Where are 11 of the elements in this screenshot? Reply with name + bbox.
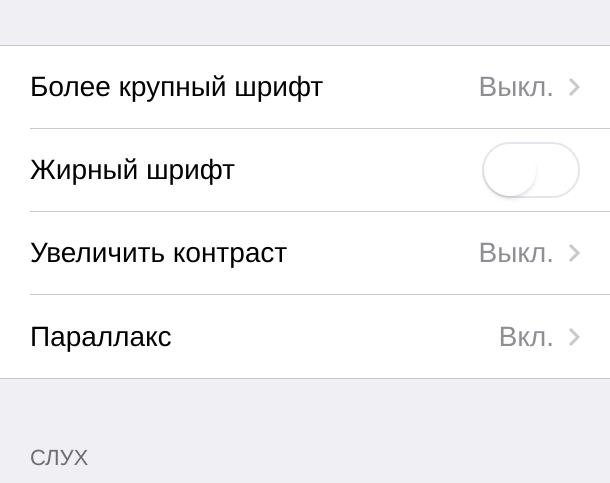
row-label: Увеличить контраст — [30, 236, 288, 270]
row-label: Параллакс — [30, 320, 173, 354]
chevron-icon — [568, 243, 580, 263]
chevron-icon — [568, 326, 580, 346]
row-value: Выкл. — [478, 70, 554, 104]
row-label: Жирный шрифт — [30, 153, 236, 187]
row-value: Вкл. — [498, 320, 554, 354]
row-label: Более крупный шрифт — [30, 70, 324, 104]
row-value: Выкл. — [478, 236, 554, 270]
section-header: СЛУХ — [30, 445, 88, 470]
chevron-icon — [568, 77, 580, 97]
